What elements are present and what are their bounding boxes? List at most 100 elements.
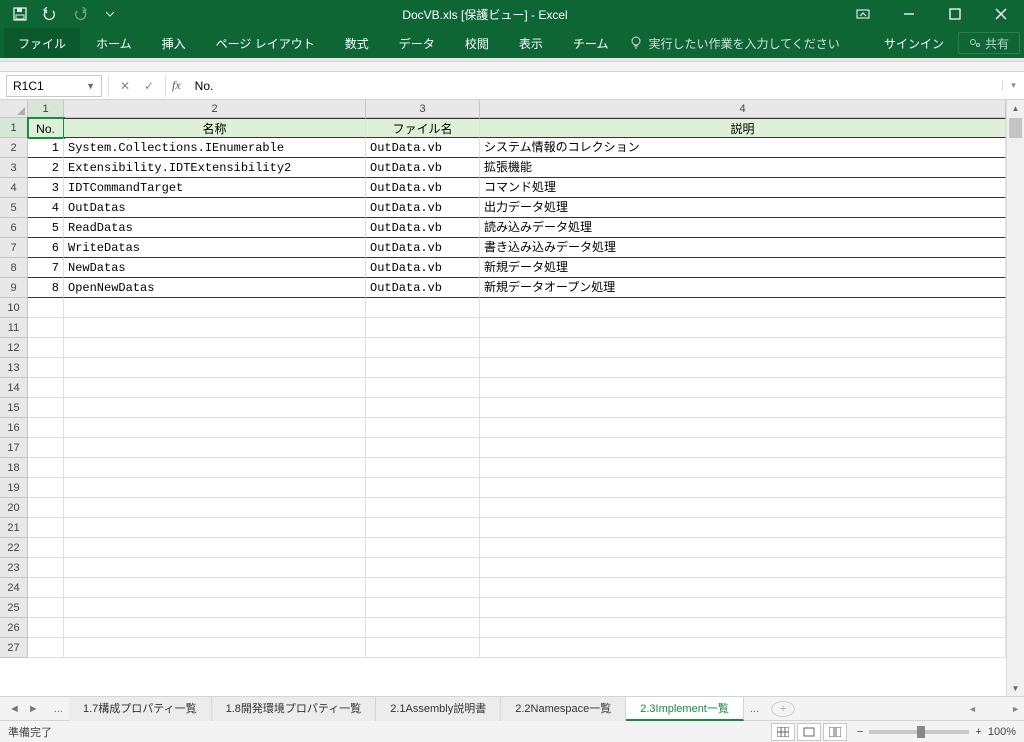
fx-icon[interactable]: fx <box>166 78 187 93</box>
row-header[interactable]: 23 <box>0 558 28 578</box>
row-header[interactable]: 8 <box>0 258 28 278</box>
cell[interactable]: OutData.vb <box>366 178 480 198</box>
ribbon-options-icon[interactable] <box>840 0 886 28</box>
cell[interactable] <box>366 478 480 498</box>
close-button[interactable] <box>978 0 1024 28</box>
cell[interactable]: 書き込み込みデータ処理 <box>480 238 1006 258</box>
row-header[interactable]: 5 <box>0 198 28 218</box>
cell[interactable]: 1 <box>28 138 64 158</box>
cancel-icon[interactable]: ✕ <box>117 79 133 93</box>
cell[interactable] <box>28 418 64 438</box>
zoom-slider[interactable] <box>869 730 969 734</box>
column-header[interactable]: 1 <box>28 100 64 117</box>
sheet-nav-prev-icon[interactable]: ◄ <box>6 703 23 715</box>
cell[interactable] <box>28 458 64 478</box>
cell[interactable] <box>28 438 64 458</box>
cell[interactable] <box>64 338 366 358</box>
sheet-tab[interactable]: 1.7構成プロパティ一覧 <box>69 697 212 721</box>
sheet-tabs-overflow-left[interactable]: ... <box>48 703 69 715</box>
cell[interactable] <box>366 338 480 358</box>
horizontal-scrollbar[interactable]: ◄► <box>964 704 1024 714</box>
cell[interactable] <box>64 478 366 498</box>
cell[interactable] <box>28 398 64 418</box>
cell[interactable]: 新規データ処理 <box>480 258 1006 278</box>
page-break-view-icon[interactable] <box>823 723 847 741</box>
page-layout-view-icon[interactable] <box>797 723 821 741</box>
tab-insert[interactable]: 挿入 <box>148 28 200 58</box>
row-header[interactable]: 14 <box>0 378 28 398</box>
cell[interactable]: 3 <box>28 178 64 198</box>
row-header[interactable]: 27 <box>0 638 28 658</box>
save-icon[interactable] <box>8 2 32 26</box>
cell[interactable] <box>366 318 480 338</box>
cell[interactable] <box>64 378 366 398</box>
cell[interactable] <box>480 338 1006 358</box>
row-header[interactable]: 7 <box>0 238 28 258</box>
cell[interactable]: 出力データ処理 <box>480 198 1006 218</box>
share-button[interactable]: 共有 <box>958 32 1020 54</box>
cell[interactable] <box>28 578 64 598</box>
undo-icon[interactable] <box>38 2 62 26</box>
cell[interactable] <box>366 618 480 638</box>
cell[interactable]: 名称 <box>64 118 366 138</box>
cell[interactable]: OutData.vb <box>366 198 480 218</box>
cell[interactable] <box>480 398 1006 418</box>
cell[interactable] <box>64 538 366 558</box>
cell[interactable] <box>366 558 480 578</box>
cell[interactable] <box>28 478 64 498</box>
row-header[interactable]: 13 <box>0 358 28 378</box>
row-header[interactable]: 16 <box>0 418 28 438</box>
cell[interactable]: No. <box>28 118 64 138</box>
cell[interactable] <box>480 598 1006 618</box>
cell[interactable] <box>366 598 480 618</box>
row-header[interactable]: 22 <box>0 538 28 558</box>
cell[interactable]: IDTCommandTarget <box>64 178 366 198</box>
cell[interactable] <box>28 378 64 398</box>
cell[interactable]: Extensibility.IDTExtensibility2 <box>64 158 366 178</box>
cell[interactable]: 7 <box>28 258 64 278</box>
enter-icon[interactable]: ✓ <box>141 79 157 93</box>
redo-icon[interactable] <box>68 2 92 26</box>
cell[interactable] <box>366 538 480 558</box>
cell[interactable] <box>64 518 366 538</box>
row-header[interactable]: 19 <box>0 478 28 498</box>
cell[interactable] <box>64 398 366 418</box>
cell[interactable] <box>28 358 64 378</box>
cell[interactable]: OutData.vb <box>366 258 480 278</box>
tab-team[interactable]: チーム <box>559 28 623 58</box>
row-header[interactable]: 15 <box>0 398 28 418</box>
sheet-tab[interactable]: 2.3Implement一覧 <box>626 697 744 721</box>
row-header[interactable]: 12 <box>0 338 28 358</box>
cell[interactable] <box>480 578 1006 598</box>
cell[interactable]: OutDatas <box>64 198 366 218</box>
cell[interactable] <box>480 318 1006 338</box>
maximize-button[interactable] <box>932 0 978 28</box>
cell[interactable] <box>480 438 1006 458</box>
row-header[interactable]: 26 <box>0 618 28 638</box>
tab-view[interactable]: 表示 <box>505 28 557 58</box>
cell[interactable] <box>366 358 480 378</box>
tab-data[interactable]: データ <box>385 28 449 58</box>
cell[interactable] <box>480 478 1006 498</box>
cell[interactable] <box>64 578 366 598</box>
cell[interactable]: System.Collections.IEnumerable <box>64 138 366 158</box>
cell[interactable]: NewDatas <box>64 258 366 278</box>
row-header[interactable]: 17 <box>0 438 28 458</box>
select-all-corner[interactable] <box>0 100 28 117</box>
cell[interactable] <box>366 578 480 598</box>
cell[interactable]: OutData.vb <box>366 278 480 298</box>
cell[interactable] <box>28 338 64 358</box>
column-header[interactable]: 3 <box>366 100 480 117</box>
cell[interactable] <box>366 438 480 458</box>
cell[interactable] <box>28 618 64 638</box>
name-box[interactable]: R1C1 ▼ <box>6 75 102 97</box>
cell[interactable] <box>64 558 366 578</box>
cell[interactable] <box>28 298 64 318</box>
cell[interactable] <box>64 298 366 318</box>
cell[interactable] <box>64 458 366 478</box>
cell[interactable]: ReadDatas <box>64 218 366 238</box>
cell[interactable] <box>64 358 366 378</box>
cell[interactable] <box>28 598 64 618</box>
cell[interactable] <box>28 638 64 658</box>
tell-me-search[interactable]: 実行したい作業を入力してください <box>630 35 839 52</box>
